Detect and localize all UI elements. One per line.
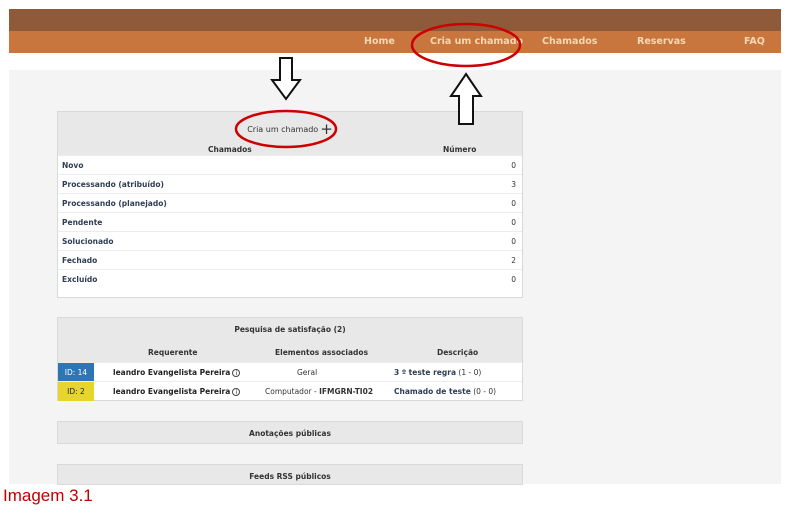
nav-highlight-ellipse [410, 22, 522, 68]
image-caption: Imagem 3.1 [3, 486, 93, 505]
up-arrow-icon [449, 72, 483, 125]
annotation-overlay [234, 22, 522, 149]
create-link-highlight-ellipse [234, 109, 338, 149]
down-arrow-icon [270, 57, 302, 101]
screenshot-frame: Home Cria um chamado Chamados Reservas F… [0, 0, 803, 513]
